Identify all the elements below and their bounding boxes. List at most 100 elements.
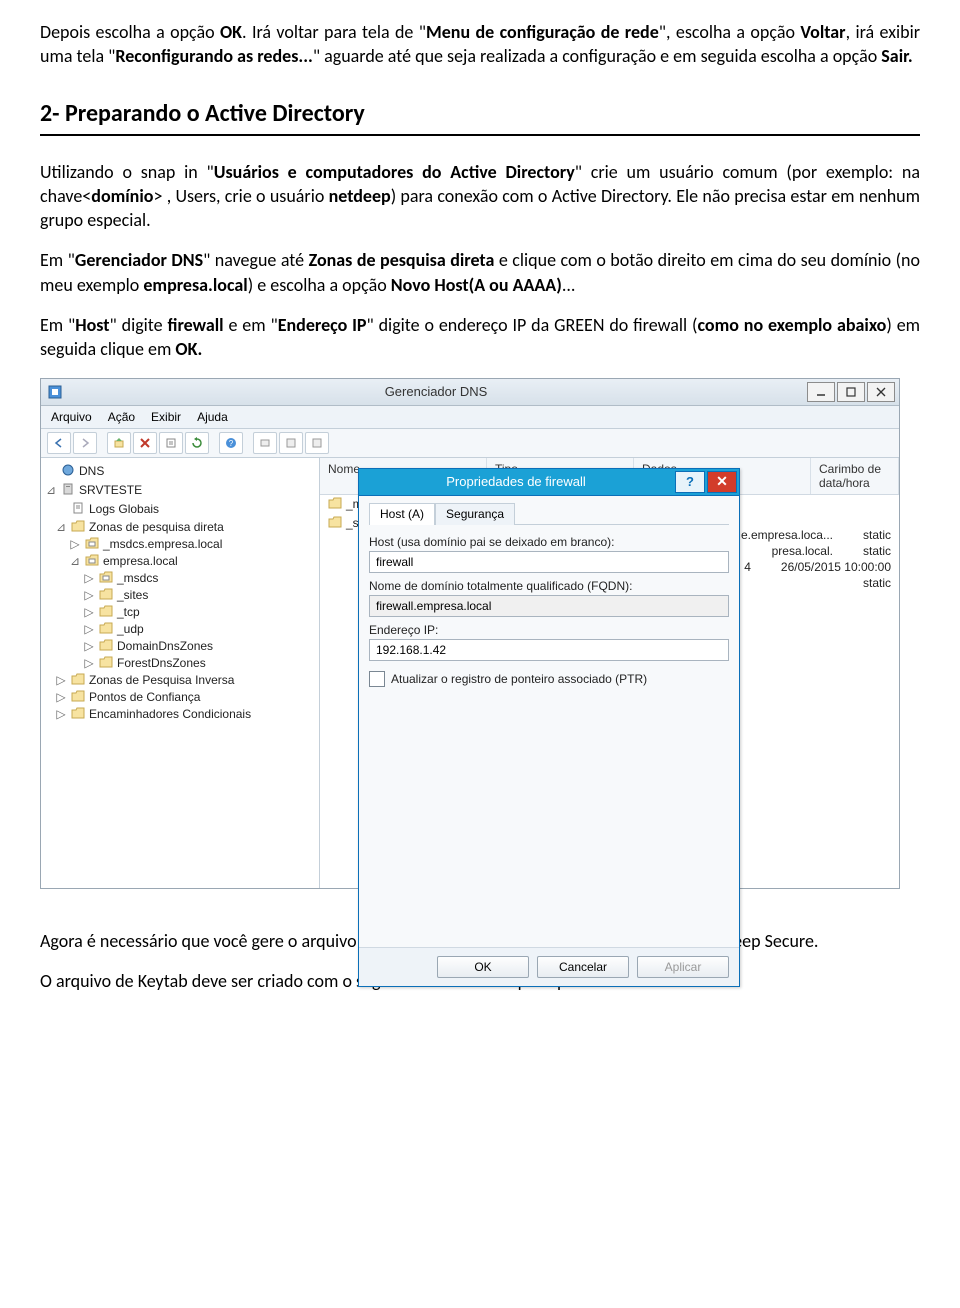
menu-exibir[interactable]: Exibir xyxy=(151,410,181,424)
tree-item[interactable]: ▷Pontos de Confiança xyxy=(41,689,319,706)
window-title: Gerenciador DNS xyxy=(69,384,803,399)
tree-item-label: ForestDnsZones xyxy=(117,656,206,670)
tree-item-label: _sites xyxy=(117,588,148,602)
dialog-close-button[interactable]: ✕ xyxy=(707,471,737,493)
paragraph-intro: Depois escolha a opção OK. Irá voltar pa… xyxy=(40,20,920,69)
toolbar-back-button[interactable] xyxy=(47,432,71,454)
tree-twisty-icon[interactable]: ▷ xyxy=(83,639,95,653)
tree-item[interactable]: DNS xyxy=(41,462,319,481)
toolbar-delete-button[interactable] xyxy=(133,432,157,454)
tree-item-label: _msdcs.empresa.local xyxy=(103,537,222,551)
ip-label: Endereço IP: xyxy=(369,623,729,637)
paragraph-ad1: Utilizando o snap in "Usuários e computa… xyxy=(40,160,920,233)
tree-node-icon xyxy=(71,707,85,722)
toolbar-extra2-button[interactable] xyxy=(279,432,303,454)
tree-item-label: _udp xyxy=(117,622,144,636)
tree-node-icon xyxy=(99,656,113,671)
ptr-checkbox-label: Atualizar o registro de ponteiro associa… xyxy=(391,672,647,686)
tree-item[interactable]: ⊿SRVTESTE xyxy=(41,481,319,500)
tree-node-icon xyxy=(71,501,85,518)
toolbar: ? xyxy=(41,429,899,458)
tree-twisty-icon[interactable]: ▷ xyxy=(55,707,67,721)
tree-node-icon xyxy=(99,639,113,654)
tree-twisty-icon[interactable]: ▷ xyxy=(69,537,81,551)
toolbar-properties-button[interactable] xyxy=(159,432,183,454)
tree-twisty-icon[interactable]: ▷ xyxy=(83,656,95,670)
tab-host-a[interactable]: Host (A) xyxy=(369,503,435,525)
close-button[interactable] xyxy=(867,382,895,402)
host-label: Host (usa domínio pai se deixado em bran… xyxy=(369,535,729,549)
tab-seguranca[interactable]: Segurança xyxy=(435,503,515,525)
minimize-button[interactable] xyxy=(807,382,835,402)
dialog-title: Propriedades de firewall xyxy=(359,474,673,489)
tree-item-label: Logs Globais xyxy=(89,502,159,516)
paragraph-ad3: Em "Host" digite firewall e em "Endereço… xyxy=(40,313,920,362)
tree-node-icon xyxy=(61,463,75,480)
tree-item[interactable]: ▷Zonas de Pesquisa Inversa xyxy=(41,672,319,689)
tree-item[interactable]: ▷DomainDnsZones xyxy=(41,638,319,655)
toolbar-up-button[interactable] xyxy=(107,432,131,454)
tree-item-label: Encaminhadores Condicionais xyxy=(89,707,251,721)
apply-button[interactable]: Aplicar xyxy=(637,956,729,978)
dns-manager-window: Gerenciador DNS Arquivo Ação Exibir Ajud… xyxy=(40,378,900,889)
ptr-checkbox[interactable] xyxy=(369,671,385,687)
tree-item[interactable]: ⊿ empresa.local xyxy=(41,553,319,570)
list-item-fragment: presa.local.static xyxy=(772,544,891,558)
tree-item[interactable]: ▷ _msdcs.empresa.local xyxy=(41,536,319,553)
dialog-tabs: Host (A) Segurança xyxy=(369,502,729,525)
tree-twisty-icon[interactable]: ⊿ xyxy=(45,483,57,497)
host-input[interactable] xyxy=(369,551,729,573)
tree-twisty-icon[interactable]: ▷ xyxy=(83,622,95,636)
menubar: Arquivo Ação Exibir Ajuda xyxy=(41,406,899,429)
tree-item-label: DNS xyxy=(79,464,104,478)
tree-item-label: empresa.local xyxy=(103,554,178,568)
tree-node-icon xyxy=(71,520,85,535)
toolbar-extra3-button[interactable] xyxy=(305,432,329,454)
fqdn-input[interactable] xyxy=(369,595,729,617)
ok-button[interactable]: OK xyxy=(437,956,529,978)
tree-twisty-icon[interactable]: ▷ xyxy=(55,690,67,704)
tree-node-icon xyxy=(99,588,113,603)
window-titlebar: Gerenciador DNS xyxy=(41,379,899,406)
toolbar-forward-button[interactable] xyxy=(73,432,97,454)
folder-icon xyxy=(328,516,342,531)
screenshot-dns-manager: Gerenciador DNS Arquivo Ação Exibir Ajud… xyxy=(40,378,900,889)
tree-item[interactable]: ⊿ Zonas de pesquisa direta xyxy=(41,519,319,536)
list-item-fragment: static xyxy=(833,576,891,590)
tree-twisty-icon[interactable]: ⊿ xyxy=(69,554,81,568)
tree-node-icon xyxy=(61,482,75,499)
cancel-button[interactable]: Cancelar xyxy=(537,956,629,978)
tree-twisty-icon[interactable]: ▷ xyxy=(83,571,95,585)
tree-twisty-icon[interactable]: ⊿ xyxy=(55,520,67,534)
tree-node-icon xyxy=(99,605,113,620)
tree-twisty-icon[interactable]: ▷ xyxy=(55,673,67,687)
tree-item[interactable]: ▷ ForestDnsZones xyxy=(41,655,319,672)
svg-text:?: ? xyxy=(229,439,234,448)
tree-node-icon xyxy=(85,554,99,569)
tree-item[interactable]: Logs Globais xyxy=(41,500,319,519)
tree-item-label: Zonas de pesquisa direta xyxy=(89,520,224,534)
list-pane[interactable]: Nome Tipo Dados Carimbo de data/hora _ms… xyxy=(320,458,899,888)
tree-item[interactable]: ▷ _udp xyxy=(41,621,319,638)
maximize-button[interactable] xyxy=(837,382,865,402)
tree-item-label: _tcp xyxy=(117,605,140,619)
properties-dialog: Propriedades de firewall ? ✕ Host (A) Se… xyxy=(358,468,740,987)
toolbar-help-button[interactable]: ? xyxy=(219,432,243,454)
tree-item[interactable]: ▷ _tcp xyxy=(41,604,319,621)
tree-twisty-icon[interactable]: ▷ xyxy=(83,588,95,602)
toolbar-refresh-button[interactable] xyxy=(185,432,209,454)
tree-item[interactable]: ▷ Encaminhadores Condicionais xyxy=(41,706,319,723)
menu-acao[interactable]: Ação xyxy=(108,410,135,424)
tree-node-icon xyxy=(99,571,113,586)
dialog-help-button[interactable]: ? xyxy=(675,471,705,493)
toolbar-extra1-button[interactable] xyxy=(253,432,277,454)
tree-item[interactable]: ▷ _sites xyxy=(41,587,319,604)
tree-twisty-icon[interactable]: ▷ xyxy=(83,605,95,619)
menu-ajuda[interactable]: Ajuda xyxy=(197,410,228,424)
col-header-carimbo[interactable]: Carimbo de data/hora xyxy=(811,458,899,494)
tree-item[interactable]: ▷_msdcs xyxy=(41,570,319,587)
list-item-fragment: 426/05/2015 10:00:00 xyxy=(744,560,891,574)
tree-pane[interactable]: DNS ⊿SRVTESTE Logs Globais ⊿ Zonas de pesqui… xyxy=(41,458,320,888)
menu-arquivo[interactable]: Arquivo xyxy=(51,410,92,424)
ip-input[interactable] xyxy=(369,639,729,661)
